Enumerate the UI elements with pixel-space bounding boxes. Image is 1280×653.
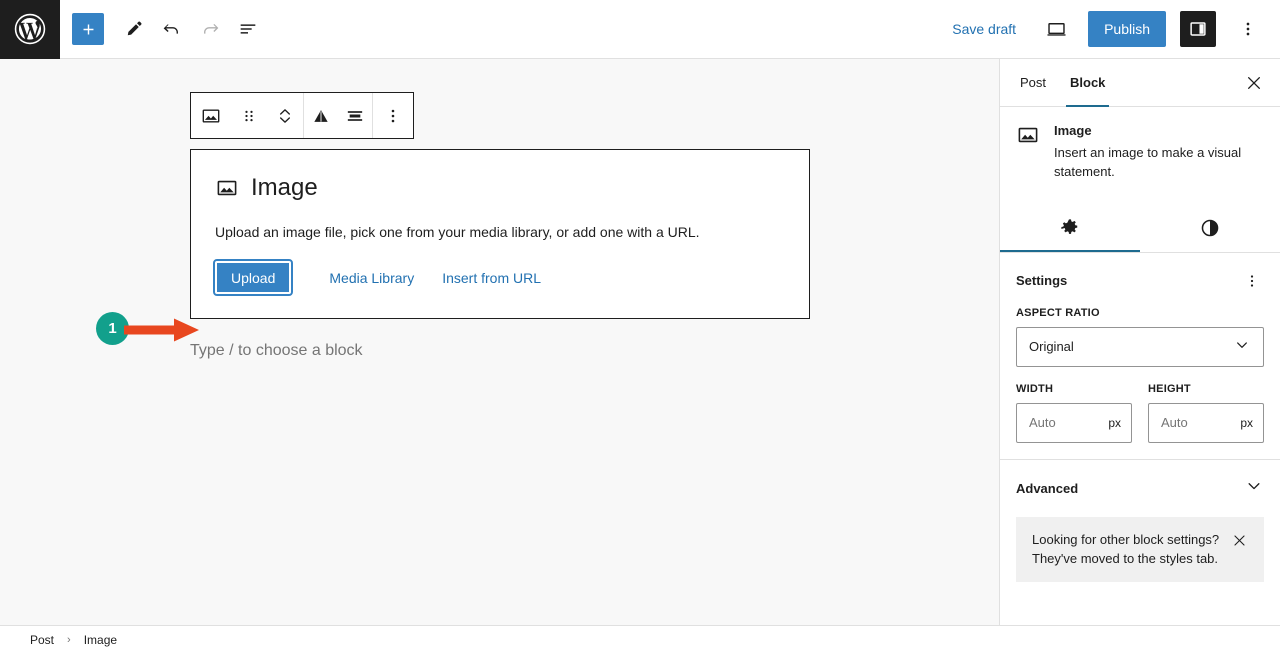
- breadcrumb-separator-icon: ›: [67, 633, 71, 646]
- block-toolbar-group-block: [191, 93, 303, 138]
- redo-arrow-icon: [204, 24, 219, 34]
- block-toolbar-group-align: [304, 93, 372, 138]
- block-toolbar-group-options: [373, 93, 413, 138]
- advanced-accordion[interactable]: Advanced: [1000, 460, 1280, 517]
- redo-button[interactable]: [192, 11, 228, 47]
- settings-panel-icon: [1190, 22, 1206, 36]
- width-label: WIDTH: [1016, 382, 1054, 395]
- settings-options-button[interactable]: [1240, 269, 1264, 293]
- dismiss-notice-button[interactable]: [1231, 532, 1248, 552]
- advanced-title: Advanced: [1016, 480, 1079, 496]
- drag-handle-button[interactable]: [231, 93, 267, 138]
- image-block-title: Image: [251, 174, 318, 201]
- save-draft-button[interactable]: Save draft: [944, 15, 1024, 43]
- full-width-align-icon: [347, 110, 363, 121]
- chevron-down-icon: [1233, 336, 1251, 357]
- editor-canvas: Image Upload an image file, pick one fro…: [0, 59, 1000, 625]
- settings-section: Settings ASPECT RATIO Original WIDTH Aut…: [1000, 253, 1280, 460]
- upload-button[interactable]: Upload: [212, 259, 294, 296]
- block-info-text: Image Insert an image to make a visual s…: [1054, 123, 1264, 182]
- empty-block-prompt[interactable]: Type / to choose a block: [190, 342, 363, 360]
- height-placeholder: Auto: [1161, 415, 1188, 431]
- tab-block[interactable]: Block: [1058, 59, 1117, 107]
- close-sidebar-button[interactable]: [1236, 65, 1272, 101]
- width-placeholder: Auto: [1029, 415, 1056, 431]
- notice-text: Looking for other block settings? They'v…: [1032, 531, 1220, 566]
- pencil-icon: [127, 21, 142, 36]
- preview-button[interactable]: [1038, 11, 1074, 47]
- breadcrumb-item-post[interactable]: Post: [26, 631, 58, 649]
- three-dots-vertical-icon: [1246, 22, 1250, 36]
- settings-title: Settings: [1016, 273, 1068, 289]
- image-block-icon: [1018, 127, 1038, 143]
- right-arrow-annotation-icon: [124, 318, 199, 342]
- height-input[interactable]: Auto px: [1148, 402, 1264, 443]
- add-block-button[interactable]: [72, 13, 104, 45]
- aspect-ratio-select[interactable]: Original: [1016, 326, 1264, 367]
- block-toolbar: [190, 92, 414, 139]
- image-block-actions: Upload Media Library Insert from URL: [191, 243, 809, 296]
- width-input[interactable]: Auto px: [1016, 402, 1132, 443]
- chevron-down-icon: [1244, 476, 1264, 501]
- sidebar-subtab-bar: [1000, 204, 1280, 253]
- sidebar-tab-bar: Post Block: [1000, 59, 1280, 107]
- settings-section-header: Settings: [1016, 269, 1264, 293]
- change-alignment-button[interactable]: [304, 93, 338, 138]
- undo-button[interactable]: [154, 11, 190, 47]
- breadcrumb-item-image[interactable]: Image: [80, 631, 121, 649]
- move-up-down-button[interactable]: [267, 93, 303, 138]
- image-block-header: Image: [191, 150, 809, 202]
- desktop-preview-icon: [1047, 22, 1066, 36]
- block-type-button[interactable]: [191, 93, 231, 138]
- publish-button[interactable]: Publish: [1088, 11, 1166, 47]
- three-dots-vertical-icon: [1250, 275, 1254, 287]
- undo-arrow-icon: [163, 24, 178, 34]
- document-overview-button[interactable]: [230, 11, 266, 47]
- top-bar-right-tools: Save draft Publish: [944, 11, 1280, 47]
- settings-sidebar: Post Block Image Insert an image to make…: [1000, 59, 1280, 625]
- drag-handle-dots-icon: [245, 110, 253, 121]
- tab-post[interactable]: Post: [1008, 59, 1058, 107]
- width-field-group: WIDTH Auto px: [1016, 383, 1132, 443]
- image-placeholder-block[interactable]: Image Upload an image file, pick one fro…: [190, 149, 810, 319]
- media-library-button[interactable]: Media Library: [315, 262, 428, 294]
- dimension-fields-row: WIDTH Auto px HEIGHT Auto px: [1016, 383, 1264, 443]
- styles-tab-notice: Looking for other block settings? They'v…: [1016, 516, 1264, 583]
- image-width-button[interactable]: [338, 93, 372, 138]
- aspect-ratio-label: ASPECT RATIO: [1016, 306, 1100, 319]
- editor-top-bar: Save draft Publish: [0, 0, 1280, 59]
- block-info-card: Image Insert an image to make a visual s…: [1000, 107, 1280, 182]
- block-info-title: Image: [1054, 123, 1092, 138]
- block-info-description: Insert an image to make a visual stateme…: [1054, 145, 1242, 179]
- height-field-group: HEIGHT Auto px: [1148, 383, 1264, 443]
- tools-pencil-button[interactable]: [116, 11, 152, 47]
- image-block-description: Upload an image file, pick one from your…: [215, 224, 700, 240]
- gear-settings-icon: [1061, 219, 1078, 234]
- change-alignment-triangle-icon: [314, 109, 328, 122]
- close-x-icon: [1234, 535, 1245, 546]
- height-label: HEIGHT: [1148, 382, 1191, 395]
- aspect-ratio-value: Original: [1029, 339, 1074, 355]
- top-bar-left-tools: [60, 11, 266, 47]
- block-options-button[interactable]: [373, 93, 413, 138]
- plus-icon: [83, 24, 93, 34]
- wordpress-logo-icon[interactable]: [0, 0, 60, 59]
- wordpress-block-editor: Save draft Publish Image Upload an image…: [0, 0, 1280, 653]
- close-x-icon: [1248, 76, 1260, 89]
- document-overview-icon: [240, 24, 256, 34]
- subtab-settings[interactable]: [1000, 204, 1140, 252]
- move-up-down-chevrons-icon: [280, 108, 290, 123]
- three-dots-vertical-icon: [391, 109, 395, 122]
- settings-sidebar-toggle-button[interactable]: [1180, 11, 1216, 47]
- editor-options-button[interactable]: [1230, 11, 1266, 47]
- styles-contrast-icon: [1201, 219, 1219, 236]
- image-block-icon: [217, 180, 237, 196]
- height-unit: px: [1240, 415, 1253, 430]
- subtab-styles[interactable]: [1140, 204, 1280, 252]
- insert-from-url-button[interactable]: Insert from URL: [428, 262, 555, 294]
- breadcrumb: Post › Image: [0, 625, 1280, 653]
- image-block-icon: [202, 108, 220, 123]
- width-unit: px: [1108, 415, 1121, 430]
